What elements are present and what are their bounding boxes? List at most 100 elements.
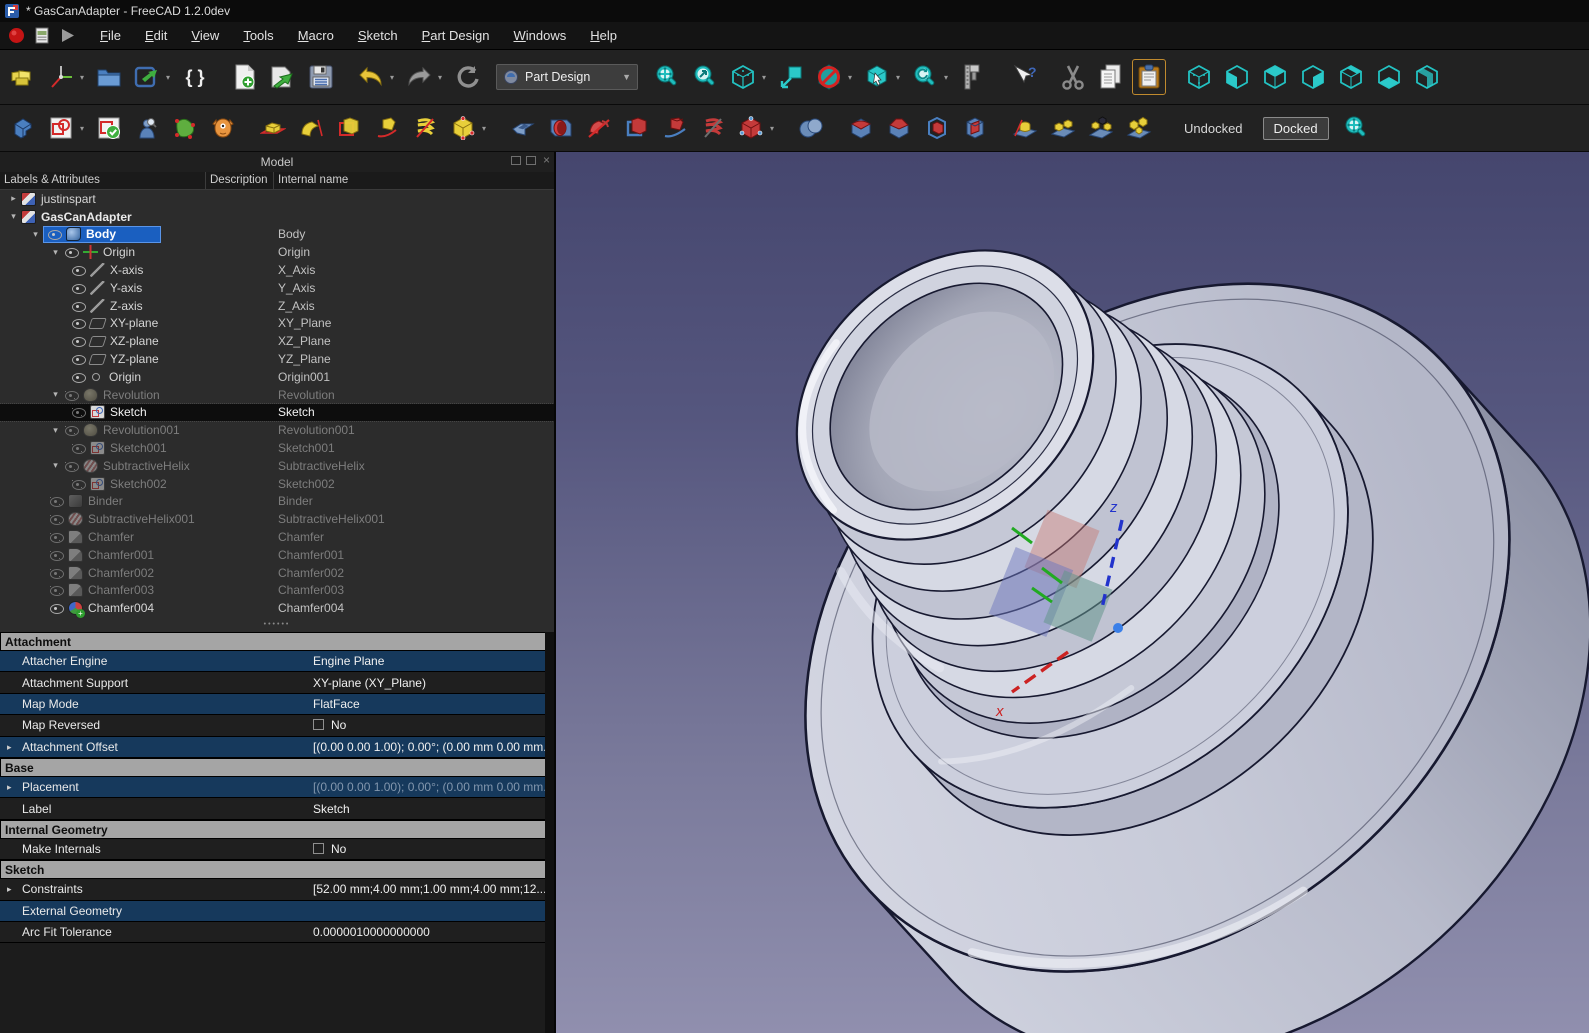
visibility-eye-off-icon[interactable] (63, 389, 81, 401)
visibility-eye-off-icon[interactable] (48, 549, 66, 561)
tree-item-z-axis[interactable]: Z-axis Z_Axis (0, 297, 554, 315)
shape-binder-icon[interactable] (168, 111, 202, 145)
property-scrollbar[interactable] (545, 632, 554, 1033)
fit-all-icon[interactable] (650, 59, 684, 95)
menu-sketch[interactable]: Sketch (347, 25, 409, 46)
additive-loft-icon[interactable] (332, 111, 366, 145)
tree-item-xz-plane[interactable]: XZ-plane XZ_Plane (0, 332, 554, 350)
expand-arrow-icon[interactable]: ▸ (7, 782, 12, 793)
chevron-down-icon[interactable]: ▾ (166, 73, 174, 82)
paste-icon[interactable] (1132, 59, 1166, 95)
play-macro-icon[interactable] (59, 27, 77, 44)
additive-helix-icon[interactable] (408, 111, 442, 145)
open-folder-icon[interactable] (92, 59, 126, 95)
subtractive-loft-icon[interactable] (620, 111, 654, 145)
tree-item-justinspart[interactable]: justinspart (0, 190, 554, 208)
visibility-eye-off-icon[interactable] (48, 531, 66, 544)
menu-windows[interactable]: Windows (503, 25, 578, 46)
new-document-icon[interactable] (228, 59, 262, 95)
model-panel-titlebar[interactable]: Model × (0, 152, 554, 172)
macro-document-icon[interactable] (35, 27, 49, 44)
view-axonometric-cube-icon[interactable] (1182, 59, 1216, 95)
property-row[interactable]: Map Mode FlatFace (0, 693, 554, 716)
zoom-selection-icon[interactable] (688, 59, 722, 95)
tree-item-yz-plane[interactable]: YZ-plane YZ_Plane (0, 350, 554, 368)
property-row[interactable]: Make Internals No (0, 838, 554, 861)
visibility-eye-icon[interactable] (70, 335, 88, 348)
expand-arrow-icon[interactable]: ▸ (7, 884, 12, 895)
edit-sketch-icon[interactable] (92, 111, 126, 145)
multitransform-icon[interactable] (1122, 111, 1156, 145)
tree-item-chamfer[interactable]: Chamfer Chamfer (0, 528, 554, 546)
measure-icon[interactable] (956, 59, 990, 95)
panel-float-icon[interactable] (525, 155, 536, 165)
menu-view[interactable]: View (180, 25, 230, 46)
tree-item-chamfer002[interactable]: Chamfer002 Chamfer002 (0, 564, 554, 582)
visibility-eye-icon[interactable] (70, 371, 88, 383)
section-internal-geometry[interactable]: Internal Geometry (0, 819, 554, 839)
subtractive-primitive-icon[interactable] (734, 111, 768, 145)
whats-this-icon[interactable]: ? (1006, 59, 1040, 95)
property-row[interactable]: Attachment Support XY-plane (XY_Plane) (0, 672, 554, 694)
chevron-down-icon[interactable]: ▾ (770, 124, 778, 133)
tree-item-binder[interactable]: Binder Binder (0, 493, 554, 511)
3d-viewport[interactable]: z x (556, 152, 1589, 1033)
view-left-cube-icon[interactable] (1410, 59, 1444, 95)
draft-icon[interactable] (920, 111, 954, 145)
cut-icon[interactable] (1056, 59, 1090, 95)
tree-item-subtractivehelix001[interactable]: SubtractiveHelix001 SubtractiveHelix001 (0, 510, 554, 528)
checkbox[interactable] (313, 719, 324, 731)
record-macro-icon[interactable] (8, 27, 25, 44)
visibility-eye-off-icon[interactable] (48, 567, 66, 579)
mirrored-icon[interactable] (1008, 111, 1042, 145)
chevron-down-icon[interactable]: ▾ (848, 73, 856, 82)
menu-tools[interactable]: Tools (232, 25, 284, 46)
create-body-icon[interactable] (6, 111, 40, 145)
export-icon[interactable] (130, 59, 164, 95)
visibility-eye-icon[interactable] (70, 353, 88, 366)
tree-item-sketch002[interactable]: Sketch002 Sketch002 (0, 475, 554, 493)
tree-item-subtractivehelix[interactable]: SubtractiveHelixSubtractiveHelix (0, 457, 554, 475)
axonometric-view-icon[interactable] (726, 59, 760, 95)
chevron-down-icon[interactable]: ▾ (80, 124, 88, 133)
visibility-eye-off-icon[interactable] (70, 478, 88, 490)
copy-icon[interactable] (1094, 59, 1128, 95)
section-sketch[interactable]: Sketch (0, 860, 554, 880)
visibility-eye-icon[interactable] (70, 300, 88, 312)
chevron-down-icon[interactable]: ▾ (762, 73, 770, 82)
pocket-icon[interactable] (506, 111, 540, 145)
workbench-selector[interactable]: Part Design ▼ (496, 64, 638, 90)
expand-arrow-icon[interactable]: ▸ (7, 742, 12, 753)
clipping-off-icon[interactable] (812, 59, 846, 95)
column-description[interactable]: Description (206, 172, 274, 189)
tree-item-origin[interactable]: OriginOrigin (0, 243, 554, 261)
visibility-eye-off-icon[interactable] (48, 513, 66, 526)
docked-button[interactable]: Docked (1262, 116, 1329, 140)
undo-icon[interactable] (354, 59, 388, 95)
chevron-down-icon[interactable]: ▾ (896, 73, 904, 82)
sub-shape-binder-icon[interactable] (206, 111, 240, 145)
hole-icon[interactable] (544, 111, 578, 145)
menu-part-design[interactable]: Part Design (411, 25, 501, 46)
additive-primitive-icon[interactable] (446, 111, 480, 145)
fillet-icon[interactable] (844, 111, 878, 145)
freecad-workbench-icon[interactable] (6, 59, 40, 95)
view-right-cube-icon[interactable] (1296, 59, 1330, 95)
menu-edit[interactable]: Edit (134, 25, 178, 46)
linear-pattern-icon[interactable] (1046, 111, 1080, 145)
subtractive-helix-icon[interactable] (696, 111, 730, 145)
polar-pattern-icon[interactable] (1084, 111, 1118, 145)
view-front-cube-icon[interactable] (1220, 59, 1254, 95)
property-row[interactable]: Map Reversed No (0, 715, 554, 737)
view-rear-cube-icon[interactable] (1334, 59, 1368, 95)
create-sketch-icon[interactable] (44, 111, 78, 145)
panel-splitter-handle[interactable]: •••••• (0, 620, 554, 632)
tree-item-xy-plane[interactable]: XY-plane XY_Plane (0, 315, 554, 333)
tree-item-sketch[interactable]: Sketch Sketch (0, 402, 554, 423)
placement-axis-icon[interactable] (44, 59, 78, 95)
visibility-eye-off-icon[interactable] (70, 406, 88, 419)
import-icon[interactable] (266, 59, 300, 95)
tree-item-chamfer001[interactable]: Chamfer001 Chamfer001 (0, 546, 554, 564)
chamfer-icon[interactable] (882, 111, 916, 145)
section-attachment[interactable]: Attachment (0, 632, 554, 651)
